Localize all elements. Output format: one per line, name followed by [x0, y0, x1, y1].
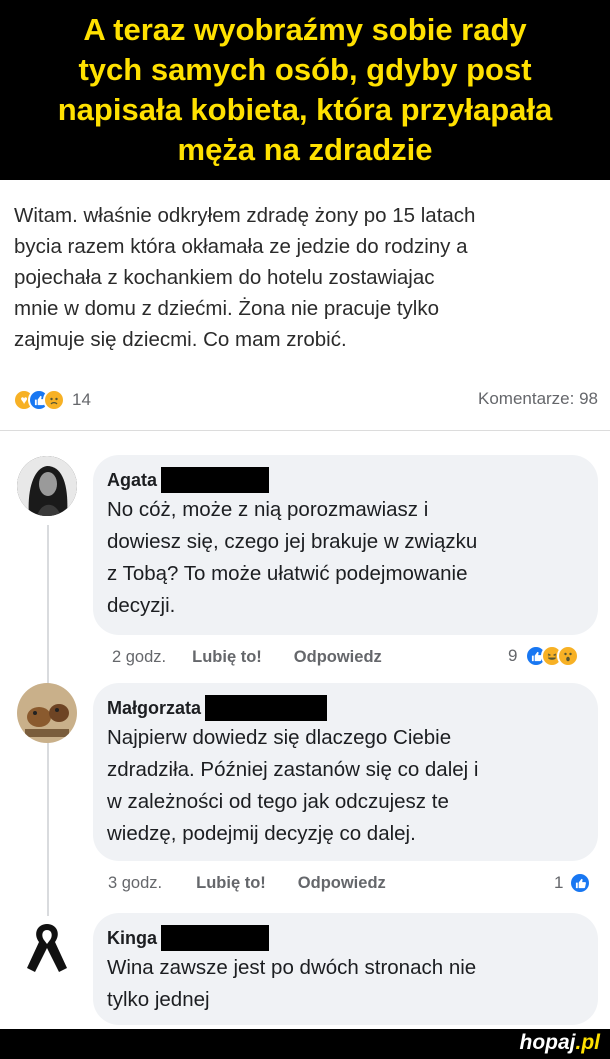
post-text: Witam. właśnie odkryłem zdradę żony po 1… — [14, 200, 599, 355]
reaction-count: 1 — [554, 873, 564, 892]
redaction-bar — [161, 925, 270, 951]
banner-line: tych samych osób, gdyby post — [78, 52, 532, 87]
post-reactions[interactable]: ♥ 14 — [13, 387, 91, 413]
banner-line: A teraz wyobraźmy sobie rady — [83, 12, 527, 47]
divider — [0, 430, 610, 431]
like-link[interactable]: Lubię to! — [196, 874, 266, 893]
avatar[interactable] — [17, 683, 77, 743]
title-banner: A teraz wyobraźmy sobie rady tych samych… — [0, 0, 610, 180]
comments-count-link[interactable]: Komentarze: 98 — [478, 389, 598, 409]
comment-author[interactable]: Małgorzata — [107, 698, 201, 719]
comment-time[interactable]: 2 godz. — [112, 648, 166, 667]
post-line: zajmuje się dziecmi. Co mam zrobić. — [14, 328, 347, 351]
post-line: pojechała z kochankiem do hotelu zostawi… — [14, 266, 435, 289]
comment-line: No cóż, może z nią porozmawiasz i — [107, 498, 429, 521]
reaction-count: 14 — [72, 390, 91, 409]
redaction-bar — [205, 695, 328, 721]
comment-line: dowiesz się, czego jej brakuje w związku — [107, 530, 478, 553]
avatar[interactable] — [17, 456, 77, 516]
comment-bubble: Kinga Wina zawsze jest po dwóch stronach… — [93, 913, 598, 1025]
comment-author[interactable]: Agata — [107, 470, 157, 491]
comment-bubble: Małgorzata Najpierw dowiedz się dlaczego… — [93, 683, 598, 861]
comment-author[interactable]: Kinga — [107, 928, 157, 949]
logo-tld: .pl — [575, 1031, 601, 1054]
post-line: Witam. właśnie odkryłem zdradę żony po 1… — [14, 204, 476, 227]
logo-main: hopaj — [519, 1031, 576, 1054]
banner-line: napisała kobieta, która przyłapała — [57, 92, 553, 127]
comment-bubble: Agata No cóż, może z nią porozmawiasz i … — [93, 455, 598, 635]
post-line: bycia razem która okłamała ze jedzie do … — [14, 235, 468, 258]
comment-reactions[interactable]: 9 — [508, 645, 580, 667]
comment-time[interactable]: 3 godz. — [108, 874, 162, 893]
comment-reactions[interactable]: 1 — [554, 872, 592, 894]
comment-line: tylko jednej — [107, 988, 210, 1011]
comment-line: w zależności od tego jak odczujesz te — [107, 790, 449, 813]
like-link[interactable]: Lubię to! — [192, 648, 262, 667]
comment-line: Wina zawsze jest po dwóch stronach nie — [107, 956, 477, 979]
sad-icon — [43, 389, 65, 411]
reply-link[interactable]: Odpowiedz — [294, 648, 382, 667]
reaction-count: 9 — [508, 646, 518, 665]
redaction-bar — [161, 467, 270, 493]
footer-bar: hopaj.pl — [0, 1029, 610, 1059]
comment-line: wiedzę, podejmij decyzję co dalej. — [107, 822, 416, 845]
site-logo[interactable]: hopaj.pl — [520, 1031, 601, 1055]
comment-line: z Tobą? To może ułatwić podejmowanie — [107, 562, 468, 585]
comment-actions: 3 godz. Lubię to! Odpowiedz — [108, 874, 386, 893]
wow-icon — [557, 645, 580, 667]
post-line: mnie w domu z dziećmi. Żona nie pracuje … — [14, 297, 439, 320]
comment-line: Najpierw dowiedz się dlaczego Ciebie — [107, 726, 452, 749]
like-icon — [569, 872, 592, 894]
comment-line: zdradziła. Później zastanów się co dalej… — [107, 758, 479, 781]
comment-actions: 2 godz. Lubię to! Odpowiedz — [112, 648, 382, 667]
comment-line: decyzji. — [107, 594, 176, 617]
reply-link[interactable]: Odpowiedz — [298, 874, 386, 893]
banner-line: męża na zdradzie — [177, 132, 433, 167]
black-ribbon-icon[interactable] — [17, 916, 77, 976]
